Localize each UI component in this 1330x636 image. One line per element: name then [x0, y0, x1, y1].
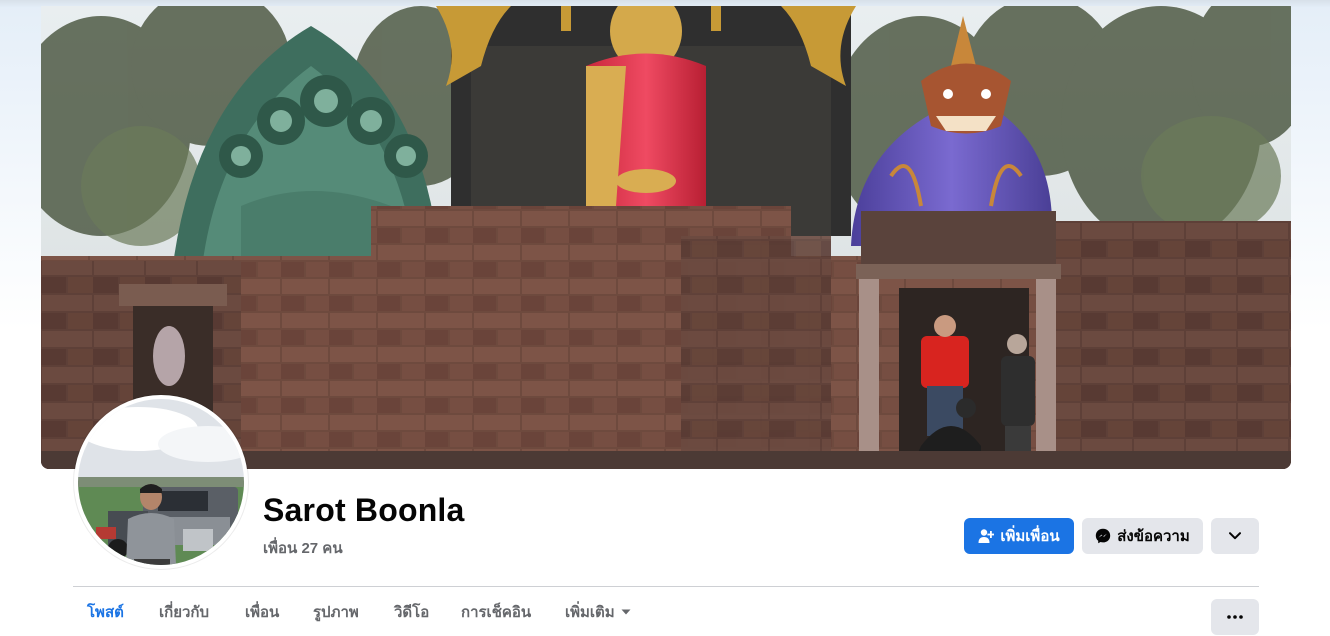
- tab-about[interactable]: เกี่ยวกับ: [159, 587, 209, 636]
- message-label: ส่งข้อความ: [1117, 528, 1190, 545]
- add-friend-label: เพิ่มเพื่อน: [1000, 528, 1060, 545]
- chevron-down-icon: [1229, 532, 1241, 540]
- ellipsis-icon: [1227, 615, 1243, 619]
- profile-avatar[interactable]: [74, 395, 248, 569]
- tab-label: เพิ่มเติม: [565, 603, 615, 621]
- tab-label: เพื่อน: [245, 603, 280, 621]
- tabs-more-options-button[interactable]: [1211, 599, 1259, 635]
- tab-label: เกี่ยวกับ: [159, 603, 210, 621]
- tab-videos[interactable]: วิดีโอ: [394, 587, 429, 636]
- tab-more[interactable]: เพิ่มเติม: [565, 587, 631, 636]
- tab-label: โพสต์: [87, 603, 124, 621]
- person-add-icon: [978, 528, 995, 544]
- tab-label: รูปภาพ: [313, 603, 359, 621]
- tab-checkins[interactable]: การเช็คอิน: [461, 587, 531, 636]
- tab-label: การเช็คอิน: [461, 603, 532, 621]
- tab-friends[interactable]: เพื่อน: [245, 587, 279, 636]
- tab-posts[interactable]: โพสต์: [87, 587, 124, 636]
- profile-name: Sarot Boonla: [263, 492, 465, 528]
- tab-label: วิดีโอ: [394, 603, 430, 621]
- tab-photos[interactable]: รูปภาพ: [313, 587, 359, 636]
- messenger-icon: [1095, 528, 1111, 544]
- cover-photo[interactable]: [41, 6, 1291, 469]
- add-friend-button[interactable]: เพิ่มเพื่อน: [964, 518, 1074, 554]
- profile-tabs: โพสต์ เกี่ยวกับ เพื่อน รูปภาพ วิดีโอ การ…: [73, 587, 1259, 636]
- caret-down-icon: [621, 609, 631, 615]
- message-button[interactable]: ส่งข้อความ: [1082, 518, 1203, 554]
- profile-options-dropdown[interactable]: [1211, 518, 1259, 554]
- friend-count[interactable]: เพื่อน 27 คน: [263, 536, 343, 560]
